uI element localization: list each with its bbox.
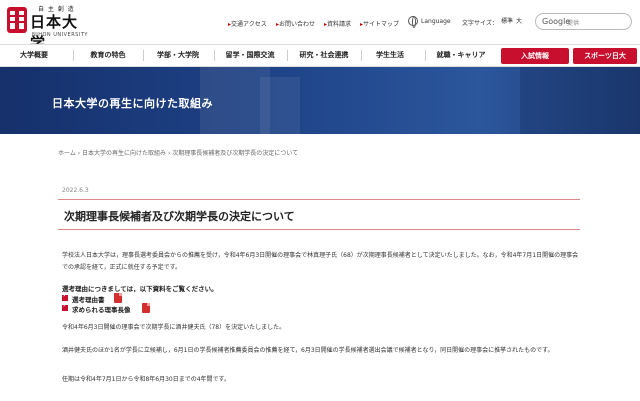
article-paragraph: 任期は令和4年7月1日から令和8年6月30日までの4年間です。 (62, 376, 230, 383)
global-nav: 大学概要 教育の特色 学部・大学院 留学・国際交流 研究・社会連携 学生生活 就… (0, 44, 640, 67)
font-size-label: 文字サイズ： (462, 20, 498, 27)
language-selector[interactable]: Language (408, 16, 468, 28)
nav-item-research[interactable]: 研究・社会連携 (290, 45, 358, 66)
search-box[interactable]: Google 提供 (535, 13, 632, 30)
link-arrow-icon (62, 302, 68, 311)
site-header: 自 主 創 造 日本大学 NIHON UNIVERSITY ▸交通アクセス ▸お… (0, 0, 640, 52)
university-logo[interactable]: 自 主 創 造 日本大学 NIHON UNIVERSITY (6, 4, 92, 52)
nav-divider (287, 50, 288, 61)
globe-icon (408, 16, 418, 28)
university-seal-icon (7, 7, 27, 33)
util-link-access[interactable]: ▸交通アクセス (228, 19, 267, 28)
pdf-icon (142, 303, 150, 313)
search-brand: Google (542, 17, 571, 26)
language-label: Language (421, 18, 451, 25)
nav-divider (73, 50, 74, 61)
logo-name-en: NIHON UNIVERSITY (32, 32, 88, 38)
util-link-sitemap[interactable]: ▸サイトマップ (360, 19, 399, 28)
doc-link-reason[interactable]: 選考理由書 (62, 292, 182, 304)
article-date: 2022.6.3 (62, 187, 89, 194)
link-arrow-icon (62, 292, 68, 301)
nav-divider (143, 50, 144, 61)
article-paragraph: 学校法人日本大学は，理事長選考委員会からの推薦を受け，令和4年6月3日開催の理事… (62, 252, 579, 271)
nav-item-education[interactable]: 教育の特色 (78, 45, 138, 66)
sports-button[interactable]: スポーツ日大 (573, 48, 637, 64)
nav-item-career[interactable]: 就職・キャリア (430, 45, 492, 66)
reason-heading: 選考理由につきましては，以下資料をご覧ください。 (62, 285, 218, 293)
util-link-brochure[interactable]: ▸資料請求 (324, 19, 351, 28)
nav-divider (361, 50, 362, 61)
font-size-large-button[interactable]: 大 (515, 16, 523, 27)
article-title: 次期理事長候補者及び次期学長の決定について (64, 210, 295, 223)
nav-item-about[interactable]: 大学概要 (8, 45, 60, 66)
page-title: 日本大学の再生に向けた取組み (52, 97, 213, 110)
admissions-button[interactable]: 入試情報 (501, 48, 569, 64)
nav-item-international[interactable]: 留学・国際交流 (216, 45, 284, 66)
font-size-standard-button[interactable]: 標準 (500, 16, 514, 27)
breadcrumb[interactable]: ホーム › 日本大学の再生に向けた取組み › 次期理事長候補者及び次期学長の決定… (58, 148, 298, 157)
nav-item-faculties[interactable]: 学部・大学院 (146, 45, 210, 66)
util-link-contact[interactable]: ▸お問い合わせ (276, 19, 315, 28)
nav-item-student-life[interactable]: 学生生活 (366, 45, 414, 66)
article-paragraph: 令和4年6月3日開催の理事会で次期学長に酒井健夫氏（78）を決定いたしました。 (62, 324, 286, 331)
article-paragraph: 酒井健夫氏のほか1名が学長に立候補し，6月1日の学長候補者推薦委員会の推薦を経て… (62, 347, 554, 354)
article-heading: 次期理事長候補者及び次期学長の決定について (58, 199, 580, 230)
pdf-icon (114, 293, 122, 303)
hero-banner: 日本大学の再生に向けた取組み (0, 67, 640, 134)
doc-link-ideal-chairman[interactable]: 求められる理事長像 (62, 302, 182, 314)
nav-divider (214, 50, 215, 61)
search-input[interactable]: 提供 (567, 18, 579, 27)
nav-divider (425, 50, 426, 61)
